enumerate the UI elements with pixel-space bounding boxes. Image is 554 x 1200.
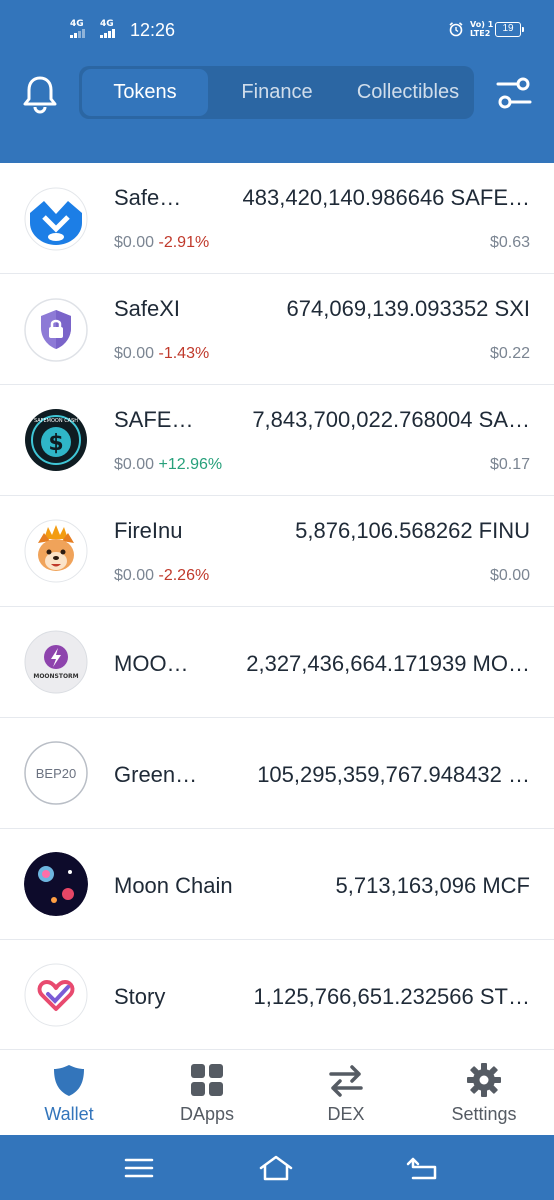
safemoon-logo-icon	[24, 187, 88, 251]
bep20-logo-icon: BEP20	[24, 741, 88, 805]
nav-settings[interactable]: Settings	[415, 1050, 553, 1136]
nav-label: Settings	[451, 1104, 517, 1124]
filter-settings-icon[interactable]	[496, 74, 532, 112]
token-name: Green…	[114, 762, 198, 787]
token-balance: 7,843,700,022.768004 SA…	[252, 407, 530, 432]
moonstorm-logo-icon: MOONSTORM	[24, 630, 88, 694]
nav-label: DApps	[179, 1104, 235, 1124]
logo-text: MOONSTORM	[33, 673, 78, 680]
token-fiat-value: $0.63	[489, 234, 530, 251]
signal-bars-icon	[100, 29, 116, 38]
asset-tabs: Tokens Finance Collectibles	[79, 66, 474, 119]
token-name: Moon Chain	[114, 873, 233, 898]
token-price: $0.00	[114, 567, 155, 584]
token-row[interactable]: $ SAFEMOON CASH SAFE… 7,843,700,022.7680…	[0, 385, 554, 496]
token-row[interactable]: BEP20 Green… 105,295,359,767.948432 …	[0, 718, 554, 829]
token-price-row: $0.00 -1.43%	[114, 345, 209, 363]
alarm-icon	[449, 22, 463, 37]
token-fiat-value: $0.00	[489, 567, 530, 584]
token-row[interactable]: Moon Chain 5,713,163,096 MCF	[0, 829, 554, 940]
token-balance: 2,327,436,664.171939 MO…	[246, 651, 530, 676]
bottom-navigation: Wallet DApps DEX Settings	[0, 1049, 554, 1135]
token-balance: 105,295,359,767.948432 …	[257, 762, 530, 787]
gear-icon	[467, 1063, 501, 1097]
token-fiat-value: $0.17	[489, 456, 530, 473]
nav-label: DEX	[327, 1104, 365, 1124]
token-name: Story	[114, 984, 166, 1009]
tab-tokens[interactable]: Tokens	[82, 69, 208, 116]
shield-lock-logo-icon	[24, 298, 88, 362]
signal-sim2: 4G	[100, 20, 116, 38]
token-fiat-value: $0.22	[489, 345, 530, 362]
token-price: $0.00	[114, 456, 155, 473]
menu-icon[interactable]	[121, 1153, 157, 1183]
moon-chain-logo-icon	[24, 852, 88, 916]
token-row[interactable]: Safe… 483,420,140.986646 SAFE… $0.00 -2.…	[0, 163, 554, 274]
shield-icon	[54, 1065, 84, 1096]
token-name: SafeXI	[114, 296, 181, 321]
token-row[interactable]: SafeXI 674,069,139.093352 SXI $0.00 -1.4…	[0, 274, 554, 385]
signal-bars-icon	[70, 29, 86, 38]
volte-top-label: Vo) 1	[470, 20, 494, 29]
app-header: 4G 4G 12:26 Vo) 1 LTE2 19 Tokens Finance…	[0, 0, 554, 163]
nav-label: Wallet	[44, 1104, 94, 1124]
token-price: $0.00	[114, 234, 155, 251]
nav-dapps[interactable]: DApps	[138, 1050, 276, 1136]
fireinu-logo-icon	[24, 519, 88, 583]
tab-finance[interactable]: Finance	[211, 69, 343, 116]
token-balance: 674,069,139.093352 SXI	[286, 296, 530, 321]
token-name: FireInu	[114, 518, 183, 543]
back-icon[interactable]	[405, 1153, 441, 1183]
safemoon-cash-logo-icon: $ SAFEMOON CASH	[25, 409, 87, 471]
sim1-network-label: 4G	[70, 19, 84, 29]
token-row[interactable]: Story 1,125,766,651.232566 ST…	[0, 940, 554, 1051]
token-price-row: $0.00 -2.26%	[114, 567, 209, 585]
nav-dex[interactable]: DEX	[277, 1050, 415, 1136]
token-name: MOO…	[114, 651, 189, 676]
token-price-row: $0.00 -2.91%	[114, 234, 209, 252]
volte-bottom-label: LTE2	[470, 29, 491, 38]
status-time: 12:26	[130, 20, 176, 40]
token-name: SAFE…	[114, 407, 194, 432]
token-change: +12.96%	[158, 456, 223, 473]
sim2-network-label: 4G	[100, 19, 114, 29]
token-row[interactable]: MOONSTORM MOO… 2,327,436,664.171939 MO…	[0, 607, 554, 718]
token-name: Safe…	[114, 185, 182, 210]
grid-icon	[191, 1064, 223, 1096]
token-balance: 5,713,163,096 MCF	[335, 873, 530, 898]
tab-collectibles[interactable]: Collectibles	[345, 69, 471, 116]
token-balance: 5,876,106.568262 FINU	[295, 518, 530, 543]
token-row[interactable]: FireInu 5,876,106.568262 FINU $0.00 -2.2…	[0, 496, 554, 607]
token-price-row: $0.00 +12.96%	[114, 456, 222, 474]
token-change: -2.91%	[158, 234, 210, 251]
signal-sim1: 4G	[70, 20, 86, 38]
token-change: -1.43%	[158, 345, 210, 362]
logo-ring-text: SAFEMOON CASH	[34, 418, 78, 424]
battery-indicator: 19	[495, 22, 524, 37]
volte-indicator: Vo) 1 LTE2	[470, 20, 493, 38]
system-navigation-bar	[0, 1135, 554, 1200]
token-price: $0.00	[114, 345, 155, 362]
token-balance: 483,420,140.986646 SAFE…	[242, 185, 530, 210]
home-icon[interactable]	[258, 1153, 294, 1183]
status-bar: 4G 4G 12:26 Vo) 1 LTE2 19	[0, 0, 554, 62]
token-balance: 1,125,766,651.232566 ST…	[253, 984, 530, 1009]
bell-icon[interactable]	[22, 74, 58, 114]
nav-wallet[interactable]: Wallet	[0, 1050, 138, 1136]
story-heart-logo-icon	[24, 963, 88, 1027]
swap-icon	[329, 1065, 363, 1097]
token-change: -2.26%	[158, 567, 210, 584]
svg-text:$: $	[48, 431, 63, 456]
logo-text: BEP20	[36, 766, 76, 781]
